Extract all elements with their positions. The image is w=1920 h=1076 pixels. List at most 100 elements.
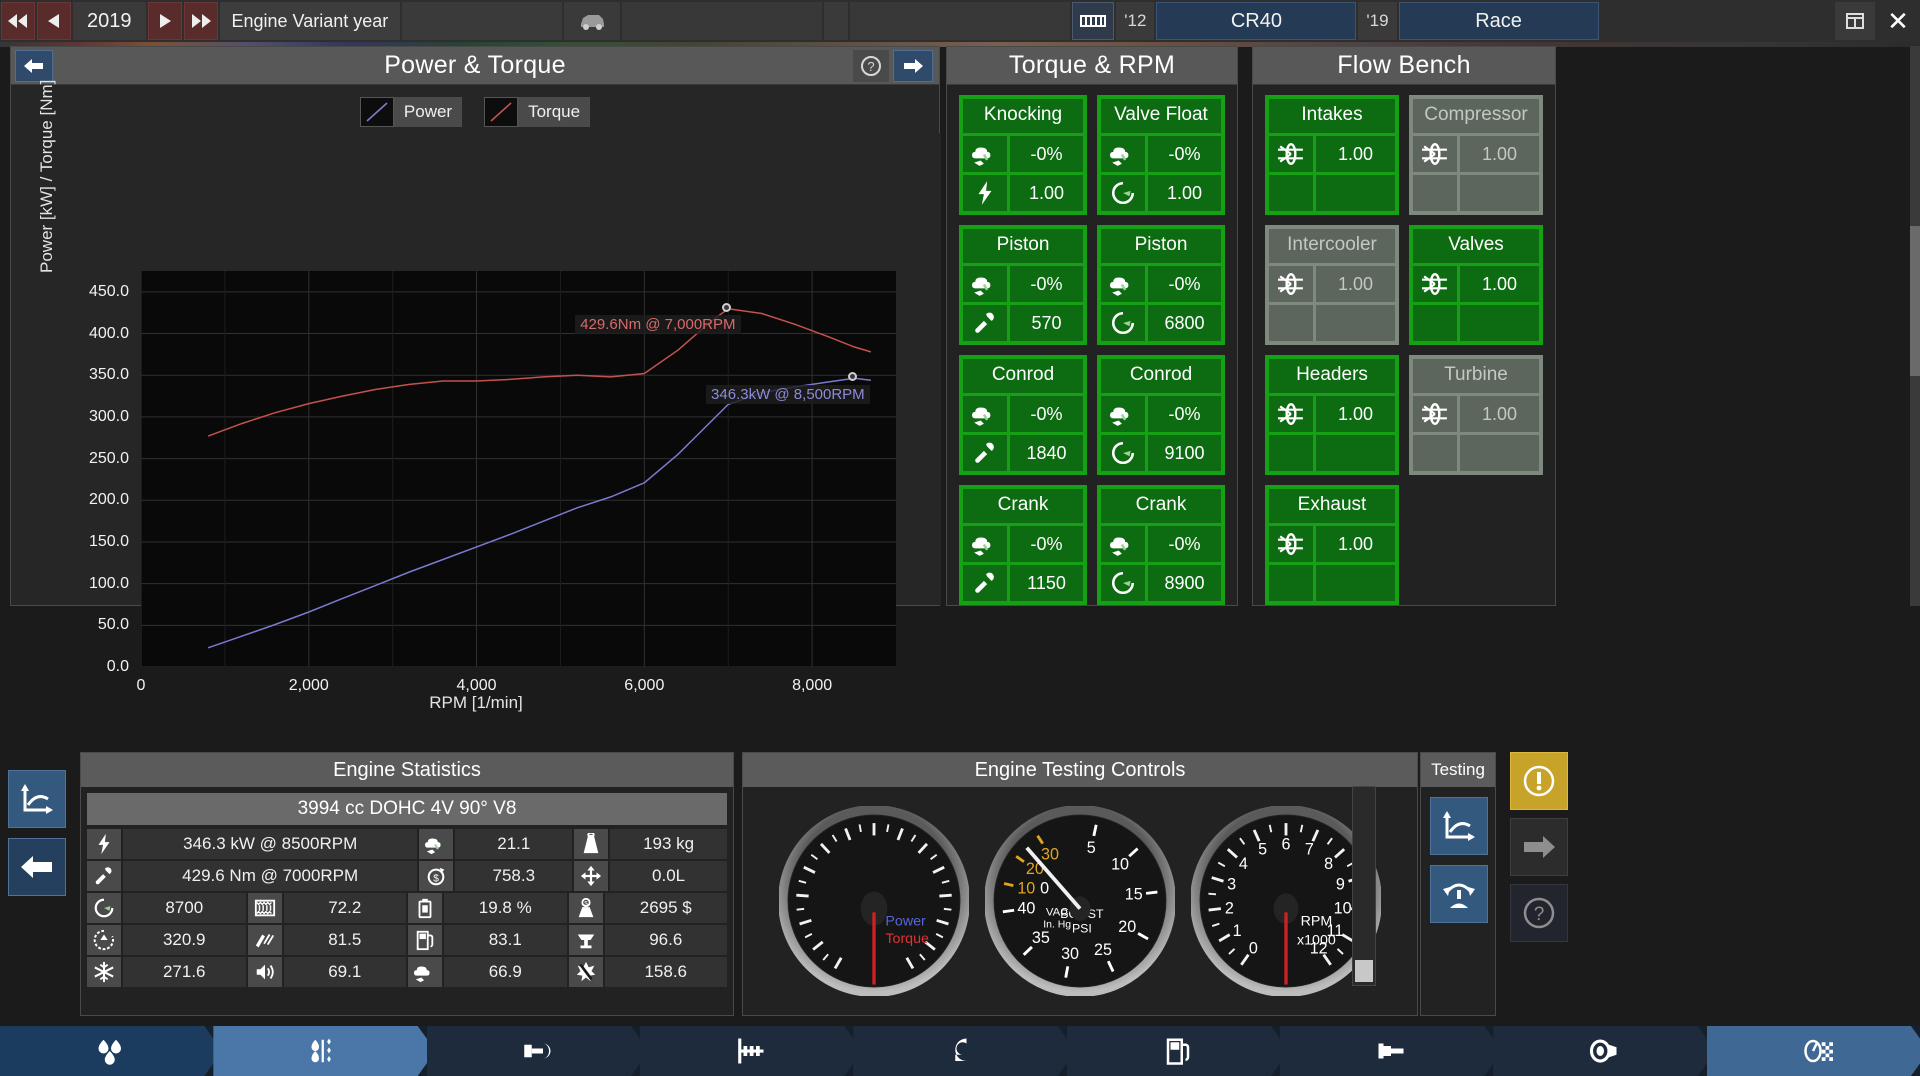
table-row: 271.669.166.9158.6 [87, 957, 727, 987]
dyno-graph-button[interactable] [1430, 797, 1488, 855]
boost-tick-label: 5 [1087, 839, 1096, 857]
radiator-icon [254, 897, 276, 919]
throttle-slider-knob[interactable] [1355, 960, 1373, 982]
first-year-button[interactable] [1, 2, 35, 40]
x-axis-label: RPM [1/min] [11, 693, 941, 713]
y-tick-label: 150.0 [89, 533, 129, 551]
stat-icon-cell [408, 925, 442, 955]
chart-help-button[interactable]: ? [853, 50, 889, 82]
nav-fuel-system[interactable] [1067, 1026, 1289, 1076]
card-knocking[interactable]: Knocking-0%1.00 [959, 95, 1087, 215]
chart-scrollbar[interactable] [1910, 46, 1920, 606]
stat-icon-cell [248, 957, 282, 987]
back-button[interactable] [8, 838, 66, 896]
card-row: 1840 [963, 435, 1083, 471]
nav-top-end[interactable] [427, 1026, 649, 1076]
nav-bottom-end[interactable] [0, 1026, 222, 1076]
topbar-spacer [1600, 0, 1834, 42]
trim-name[interactable]: CR40 [1156, 2, 1356, 40]
last-year-button[interactable] [184, 2, 218, 40]
card-icon-cell [1413, 396, 1457, 432]
torque-rpm-card-grid: Knocking-0%1.00Valve Float-0%1.00Piston-… [947, 85, 1237, 607]
flow-bench-title: Flow Bench [1337, 51, 1471, 80]
throttle-slider[interactable] [1352, 786, 1376, 986]
next-button[interactable] [1510, 818, 1568, 876]
restore-window-button[interactable] [1835, 2, 1875, 40]
card-crank[interactable]: Crank-0%1150 [959, 485, 1087, 605]
chart-legend: Power Torque [11, 91, 939, 133]
nav-exhaust[interactable] [1280, 1026, 1502, 1076]
card-icon-cell [963, 136, 1007, 172]
chart-data-point[interactable] [722, 303, 731, 312]
help-button[interactable]: ? [1510, 884, 1568, 942]
rpm-tick-label: 4 [1239, 855, 1248, 873]
topbar-field-1[interactable] [622, 2, 822, 40]
svg-text:?: ? [1534, 904, 1545, 925]
engine-variant-icon [307, 1036, 341, 1066]
page-title: Power & Torque [384, 51, 566, 80]
stat-icon-cell [87, 925, 121, 955]
reliability-icon [575, 961, 597, 983]
gauge-flag-icon [1801, 1036, 1835, 1066]
card-title: Compressor [1413, 99, 1539, 133]
legend-item-torque[interactable]: Torque [484, 97, 590, 127]
warning-button[interactable] [1510, 752, 1568, 810]
stat-value: 346.3 kW @ 8500RPM [123, 829, 417, 859]
svg-text:?: ? [867, 59, 874, 74]
card-headers[interactable]: Headers1.00 [1265, 355, 1399, 475]
nav-valvetrain[interactable] [640, 1026, 862, 1076]
next-year-button[interactable] [148, 2, 182, 40]
card-valves[interactable]: Valves1.00 [1409, 225, 1543, 345]
card-conrod[interactable]: Conrod-0%9100 [1097, 355, 1225, 475]
card-piston[interactable]: Piston-0%570 [959, 225, 1087, 345]
card-valve-float[interactable]: Valve Float-0%1.00 [1097, 95, 1225, 215]
rpm-gauge-icon [1110, 440, 1136, 466]
y-tick-label: 400.0 [89, 325, 129, 343]
card-icon-cell [1101, 305, 1145, 341]
engine-damage-icon [972, 141, 998, 167]
stat-value: 320.9 [123, 925, 246, 955]
vac-label-line1: VAC [1046, 906, 1069, 918]
card-value: -0% [1148, 266, 1221, 302]
stat-value: 72.2 [284, 893, 407, 923]
card-piston[interactable]: Piston-0%6800 [1097, 225, 1225, 345]
variant-name[interactable]: Race [1399, 2, 1599, 40]
card-intakes[interactable]: Intakes1.00 [1265, 95, 1399, 215]
card-icon-cell [1269, 396, 1313, 432]
nav-results[interactable] [1707, 1026, 1920, 1076]
card-title: Knocking [963, 99, 1083, 133]
car-icon[interactable] [564, 2, 620, 40]
boost-tick-label: 35 [1032, 929, 1050, 947]
legend-item-power[interactable]: Power [360, 97, 462, 127]
nav-variant[interactable] [213, 1026, 435, 1076]
card-conrod[interactable]: Conrod-0%1840 [959, 355, 1087, 475]
card-turbine[interactable]: Turbine1.00 [1409, 355, 1543, 475]
stat-icon-cell [87, 829, 121, 859]
card-row [1413, 435, 1539, 471]
chart-forward-button[interactable] [893, 50, 933, 82]
boost-tick-label: 25 [1094, 941, 1112, 959]
engine-block-icon[interactable] [1072, 2, 1114, 40]
torque-rpm-title: Torque & RPM [1009, 51, 1175, 80]
rpm-tick-label: 10 [1334, 899, 1352, 917]
nav-aspiration[interactable] [853, 1026, 1075, 1076]
stat-icon-cell [569, 957, 603, 987]
card-intercooler[interactable]: Intercooler1.00 [1265, 225, 1399, 345]
card-crank[interactable]: Crank-0%8900 [1097, 485, 1225, 605]
anvil-icon [575, 929, 597, 951]
dyno-test-button[interactable] [1430, 865, 1488, 923]
card-exhaust[interactable]: Exhaust1.00 [1265, 485, 1399, 605]
topbar-field-2[interactable] [850, 2, 1070, 40]
engine-damage-icon [425, 833, 447, 855]
card-title: Conrod [1101, 359, 1221, 393]
card-row: 6800 [1101, 305, 1221, 341]
close-window-button[interactable]: ✕ [1876, 0, 1920, 42]
graph-button[interactable] [8, 770, 66, 828]
card-value [1460, 175, 1539, 211]
card-title: Crank [963, 489, 1083, 523]
card-compressor[interactable]: Compressor1.00 [1409, 95, 1543, 215]
nav-accessories[interactable] [1493, 1026, 1715, 1076]
chart-back-button[interactable] [15, 50, 53, 82]
prev-year-button[interactable] [37, 2, 71, 40]
engine-damage-icon [1110, 271, 1136, 297]
